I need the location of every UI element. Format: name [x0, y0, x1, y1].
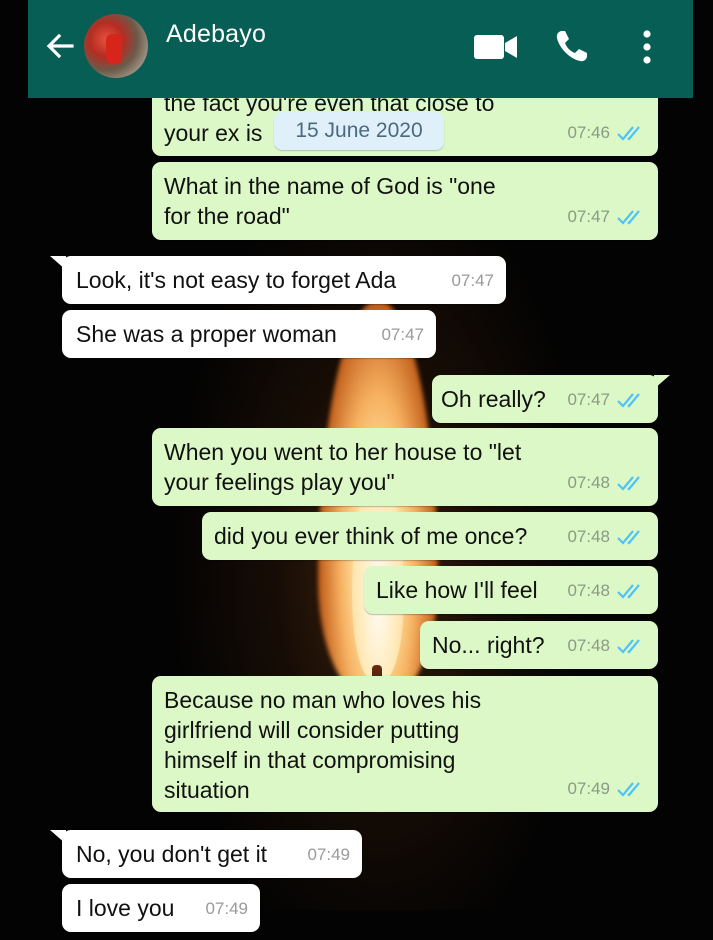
message-bubble-outgoing[interactable]: did you ever think of me once? 07:48 [202, 512, 658, 560]
message-meta: 07:48 [567, 468, 646, 498]
message-bubble-outgoing[interactable]: Oh really? 07:47 [432, 375, 670, 423]
message-time: 07:49 [567, 779, 610, 798]
double-check-icon [617, 126, 640, 141]
message-meta: 07:47 [567, 202, 646, 232]
double-check-icon [617, 210, 640, 225]
message-meta: 07:48 [567, 522, 646, 552]
double-check-icon [617, 393, 640, 408]
more-vertical-icon[interactable] [640, 30, 654, 64]
message-meta: 07:47 [567, 385, 646, 415]
message-time: 07:48 [567, 527, 610, 546]
message-meta: 07:49 [567, 774, 646, 804]
message-text-line: Because no man who loves his [164, 687, 482, 713]
message-bubble-outgoing[interactable]: No... right? 07:48 [420, 621, 658, 669]
message-time: 07:48 [567, 581, 610, 600]
message-text: Look, it's not easy to forget Ada [76, 267, 397, 293]
message-text: did you ever think of me once? [214, 523, 528, 549]
message-bubble-outgoing[interactable]: What in the name of God is "one for the … [152, 162, 658, 240]
double-check-icon [617, 584, 640, 599]
bubble-tail [50, 830, 66, 844]
message-text-line: girlfriend will consider putting [164, 717, 460, 743]
message-text: No, you don't get it [76, 841, 268, 867]
message-bubble-incoming[interactable]: I love you 07:49 [62, 884, 260, 932]
arrow-left-icon[interactable] [44, 30, 76, 62]
message-text-line: for the road" [164, 203, 290, 229]
message-text-line: himself in that compromising [164, 747, 456, 773]
message-time: 07:47 [451, 271, 494, 290]
message-text: No... right? [432, 632, 545, 658]
double-check-icon [617, 530, 640, 545]
message-meta: 07:48 [567, 576, 646, 606]
message-time: 07:47 [381, 325, 424, 344]
avatar[interactable] [84, 14, 148, 78]
message-bubble-outgoing[interactable]: When you went to her house to "let your … [152, 428, 658, 506]
date-divider: 15 June 2020 [274, 112, 444, 150]
chat-header: Adebayo [28, 0, 693, 98]
message-text-line: When you went to her house to "let [164, 439, 522, 465]
contact-name[interactable]: Adebayo [166, 20, 266, 49]
double-check-icon [617, 476, 640, 491]
message-text: I love you [76, 895, 175, 921]
message-text-line: your ex is [164, 120, 263, 146]
message-time: 07:47 [567, 207, 610, 226]
message-text-line: What in the name of God is "one [164, 173, 496, 199]
message-text: Like how I'll feel [376, 577, 538, 603]
message-text: Oh really? [441, 386, 546, 412]
message-meta: 07:48 [567, 631, 646, 661]
bubble-tail [654, 375, 670, 389]
message-time: 07:46 [567, 123, 610, 142]
message-text-line: your feelings play you" [164, 469, 395, 495]
message-bubble-outgoing[interactable]: Like how I'll feel 07:48 [364, 566, 658, 614]
video-camera-icon[interactable] [474, 34, 518, 60]
bubble-tail [50, 256, 66, 270]
message-bubble-outgoing[interactable]: Because no man who loves his girlfriend … [152, 676, 658, 812]
message-time: 07:48 [567, 473, 610, 492]
message-text: She was a proper woman [76, 321, 337, 347]
message-time: 07:47 [567, 390, 610, 409]
double-check-icon [617, 782, 640, 797]
message-text-line: situation [164, 777, 250, 803]
message-meta: 07:49 [307, 840, 350, 870]
message-time: 07:49 [307, 845, 350, 864]
double-check-icon [617, 639, 640, 654]
message-bubble-incoming[interactable]: No, you don't get it 07:49 [50, 830, 362, 878]
message-bubble-incoming[interactable]: She was a proper woman 07:47 [62, 310, 436, 358]
message-time: 07:49 [205, 899, 248, 918]
message-time: 07:48 [567, 636, 610, 655]
message-meta: 07:46 [567, 118, 646, 148]
message-bubble-incoming[interactable]: Look, it's not easy to forget Ada 07:47 [50, 256, 506, 304]
message-meta: 07:49 [205, 894, 248, 924]
message-meta: 07:47 [381, 320, 424, 350]
phone-icon[interactable] [554, 28, 590, 64]
message-meta: 07:47 [451, 266, 494, 296]
